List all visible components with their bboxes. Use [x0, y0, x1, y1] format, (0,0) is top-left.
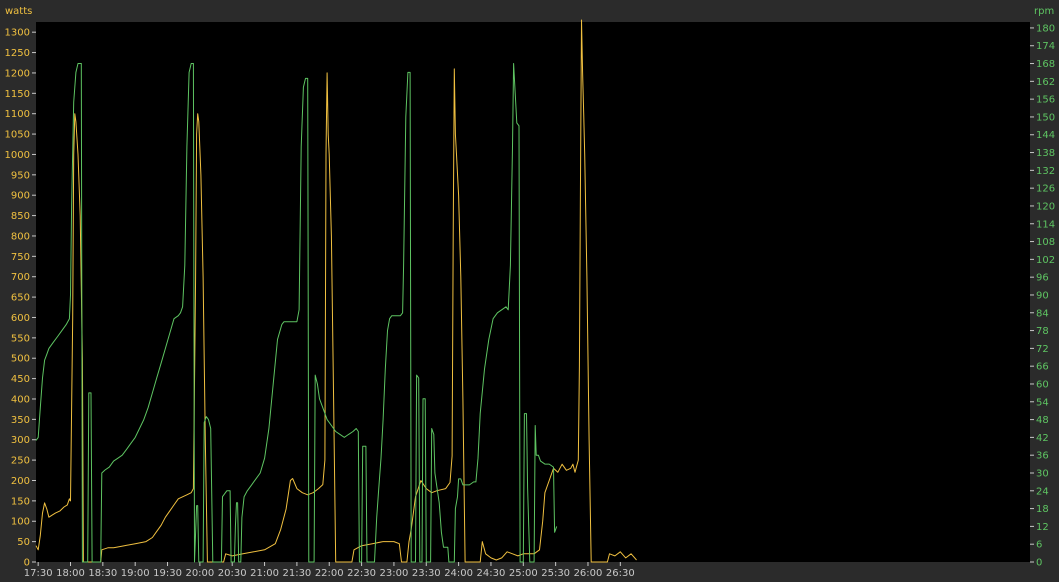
plot-area: [36, 22, 1030, 562]
y-right-tick-label: 66: [1036, 362, 1049, 373]
y-right-tick-label: 150: [1036, 112, 1055, 123]
x-tick-label: 21:00: [250, 568, 279, 579]
y-right-tick-label: 48: [1036, 415, 1049, 426]
y-left-tick-label: 350: [11, 415, 30, 426]
x-tick-label: 17:30: [24, 568, 53, 579]
y-right-tick-label: 90: [1036, 290, 1049, 301]
y-left-tick-label: 850: [11, 211, 30, 222]
x-tick-label: 25:00: [509, 568, 538, 579]
y-left-tick-label: 1150: [5, 89, 30, 100]
y-left-tick-label: 700: [11, 272, 30, 283]
y-right-tick-label: 72: [1036, 344, 1049, 355]
x-tick-label: 18:30: [88, 568, 117, 579]
y-left-tick-label: 1100: [5, 109, 30, 120]
y-left-tick-label: 0: [24, 558, 30, 569]
y-right-tick-label: 60: [1036, 379, 1049, 390]
y-right-tick-label: 114: [1036, 219, 1055, 230]
x-tick-label: 18:00: [56, 568, 85, 579]
x-tick-label: 23:00: [380, 568, 409, 579]
y-right-tick-label: 132: [1036, 166, 1055, 177]
y-right-axis-title: rpm: [1034, 6, 1054, 17]
x-tick-label: 23:30: [412, 568, 441, 579]
y-right-tick-label: 102: [1036, 255, 1055, 266]
x-tick-label: 19:00: [121, 568, 150, 579]
y-left-tick-label: 900: [11, 191, 30, 202]
y-left-tick-label: 150: [11, 496, 30, 507]
y-left-tick-label: 1250: [5, 48, 30, 59]
y-right-tick-label: 30: [1036, 468, 1049, 479]
y-right-tick-label: 120: [1036, 201, 1055, 212]
y-left-tick-label: 300: [11, 435, 30, 446]
y-left-tick-label: 1200: [5, 68, 30, 79]
y-left-tick-label: 200: [11, 476, 30, 487]
x-tick-label: 20:30: [218, 568, 247, 579]
x-tick-label: 25:30: [541, 568, 570, 579]
y-right-tick-label: 78: [1036, 326, 1049, 337]
y-left-tick-label: 400: [11, 394, 30, 405]
x-tick-label: 19:30: [153, 568, 182, 579]
y-right-tick-label: 18: [1036, 504, 1049, 515]
y-right-tick-label: 168: [1036, 59, 1055, 70]
y-left-tick-label: 100: [11, 517, 30, 528]
x-tick-label: 22:00: [315, 568, 344, 579]
y-left-tick-label: 1000: [5, 150, 30, 161]
x-tick-label: 26:30: [606, 568, 635, 579]
x-tick-label: 21:30: [282, 568, 311, 579]
y-right-tick-label: 96: [1036, 273, 1049, 284]
y-left-tick-label: 800: [11, 231, 30, 242]
y-right-tick-label: 84: [1036, 308, 1049, 319]
y-left-tick-label: 1300: [5, 28, 30, 39]
y-right-tick-label: 144: [1036, 130, 1055, 141]
y-left-tick-label: 750: [11, 252, 30, 263]
y-right-tick-label: 126: [1036, 184, 1055, 195]
y-right-tick-label: 6: [1036, 540, 1042, 551]
y-left-axis-title: watts: [5, 6, 32, 17]
y-right-tick-label: 12: [1036, 522, 1049, 533]
power-cadence-chart: watts rpm 050100150200250300350400450500…: [0, 0, 1059, 582]
y-left-tick-label: 450: [11, 374, 30, 385]
y-left-tick-label: 950: [11, 170, 30, 181]
y-left-tick-label: 1050: [5, 130, 30, 141]
y-right-tick-label: 174: [1036, 41, 1055, 52]
y-right-tick-label: 180: [1036, 23, 1055, 34]
x-tick-label: 20:00: [185, 568, 214, 579]
y-left-tick-label: 250: [11, 456, 30, 467]
y-right-tick-label: 162: [1036, 77, 1055, 88]
x-tick-label: 22:30: [347, 568, 376, 579]
y-right-tick-label: 54: [1036, 397, 1049, 408]
y-right-tick-label: 42: [1036, 433, 1049, 444]
y-right-tick-label: 24: [1036, 486, 1049, 497]
x-tick-label: 24:00: [444, 568, 473, 579]
y-left-tick-label: 50: [17, 537, 30, 548]
x-tick-label: 24:30: [477, 568, 506, 579]
y-left-tick-label: 600: [11, 313, 30, 324]
y-left-tick-label: 500: [11, 354, 30, 365]
y-left-tick-label: 650: [11, 293, 30, 304]
y-right-tick-label: 108: [1036, 237, 1055, 248]
y-right-tick-label: 156: [1036, 95, 1055, 106]
y-left-tick-label: 550: [11, 333, 30, 344]
y-right-tick-label: 36: [1036, 451, 1049, 462]
x-tick-label: 26:00: [574, 568, 603, 579]
y-right-tick-label: 138: [1036, 148, 1055, 159]
y-right-tick-label: 0: [1036, 558, 1042, 569]
